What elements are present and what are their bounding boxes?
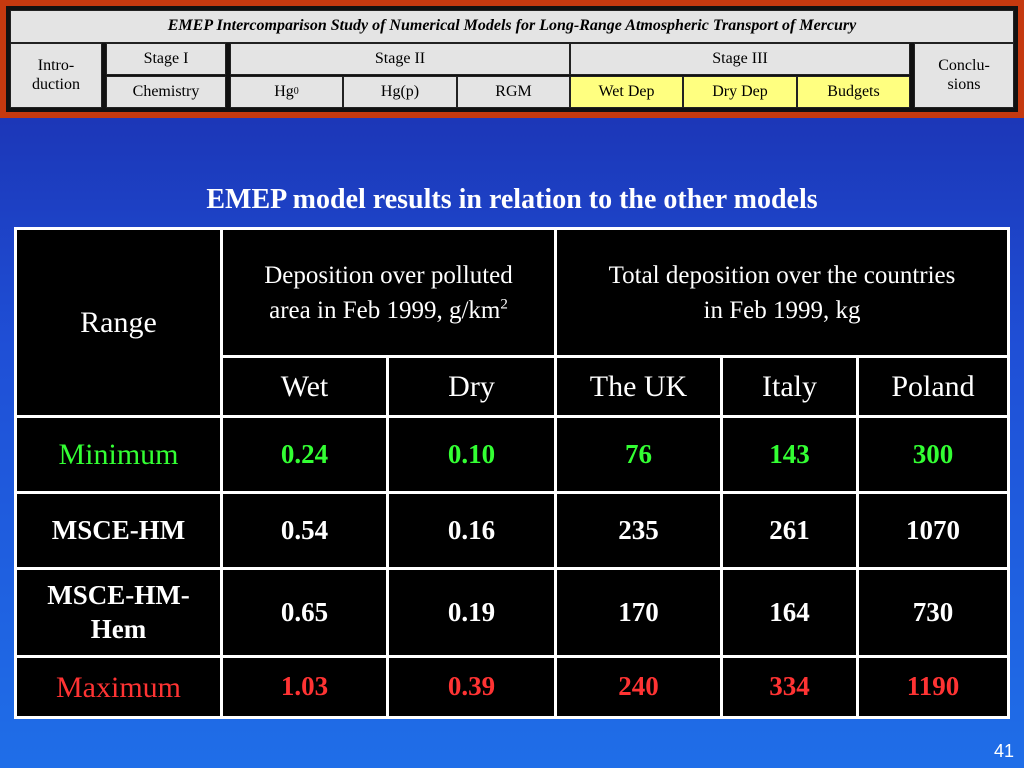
table-cell: 164 (723, 570, 856, 655)
deposition-header: Deposition over polluted area in Feb 199… (223, 230, 554, 355)
range-header: Range (17, 230, 220, 415)
table-cell: 0.54 (223, 494, 386, 567)
nav-hg0-label: Hg (274, 82, 294, 100)
nav-stage-1[interactable]: Stage I (106, 43, 226, 75)
table-cell: 76 (557, 418, 720, 491)
column-header: Italy (723, 358, 856, 415)
row-label-msce-hm: MSCE-HM (17, 494, 220, 567)
navigation-frame: EMEP Intercomparison Study of Numerical … (0, 0, 1024, 118)
nav-hg-p[interactable]: Hg(p) (343, 76, 457, 108)
total-deposition-header: Total deposition over the countries in F… (557, 230, 1007, 355)
nav-stage-3[interactable]: Stage III (570, 43, 910, 75)
nav-hg0[interactable]: Hg 0 (230, 76, 343, 108)
table-cell: 0.24 (223, 418, 386, 491)
nav-wet-dep[interactable]: Wet Dep (570, 76, 683, 108)
table-cell: 240 (557, 658, 720, 716)
row-label-minimum: Minimum (17, 418, 220, 491)
table-cell: 261 (723, 494, 856, 567)
nav-dry-dep[interactable]: Dry Dep (683, 76, 797, 108)
table-cell: 0.19 (389, 570, 554, 655)
page-number: 41 (993, 741, 1014, 761)
table-cell: 0.16 (389, 494, 554, 567)
nav-conclusions[interactable]: Conclu-sions (914, 43, 1014, 108)
navigation-grid: EMEP Intercomparison Study of Numerical … (6, 6, 1018, 112)
deposition-header-text: Deposition over polluted area in Feb 199… (264, 261, 513, 324)
row-label-msce-hm-hem: MSCE-HM-Hem (17, 570, 220, 655)
table-cell: 1070 (859, 494, 1007, 567)
table-cell: 0.65 (223, 570, 386, 655)
table-cell: 235 (557, 494, 720, 567)
presentation-title: EMEP Intercomparison Study of Numerical … (10, 10, 1014, 43)
nav-introduction[interactable]: Intro-duction (10, 43, 102, 108)
table-cell: 1190 (859, 658, 1007, 716)
table-cell: 170 (557, 570, 720, 655)
table-cell: 730 (859, 570, 1007, 655)
nav-chemistry[interactable]: Chemistry (106, 76, 226, 108)
nav-budgets[interactable]: Budgets (797, 76, 910, 108)
column-header: The UK (557, 358, 720, 415)
table-cell: 1.03 (223, 658, 386, 716)
column-header: Wet (223, 358, 386, 415)
table-cell: 300 (859, 418, 1007, 491)
nav-stage-2[interactable]: Stage II (230, 43, 570, 75)
table-cell: 0.39 (389, 658, 554, 716)
table-cell: 334 (723, 658, 856, 716)
table-cell: 143 (723, 418, 856, 491)
table-cell: 0.10 (389, 418, 554, 491)
results-table: Range Deposition over polluted area in F… (14, 227, 1010, 719)
slide-heading: EMEP model results in relation to the ot… (206, 184, 818, 215)
column-header: Dry (389, 358, 554, 415)
column-header: Poland (859, 358, 1007, 415)
nav-rgm[interactable]: RGM (457, 76, 570, 108)
row-label-maximum: Maximum (17, 658, 220, 716)
